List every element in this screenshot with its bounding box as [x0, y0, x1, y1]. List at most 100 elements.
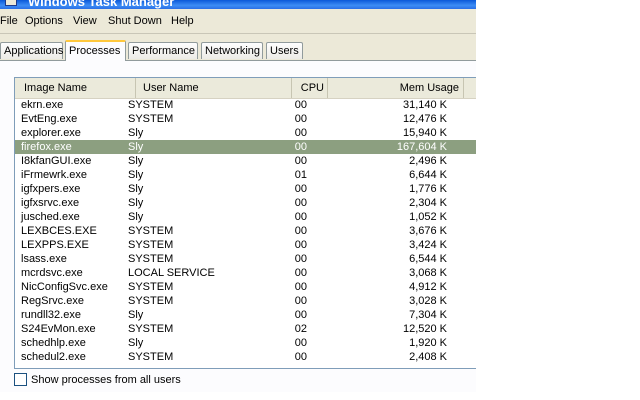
- cell-mem-usage: 3,676 K: [409, 225, 447, 237]
- cell-mem-usage: 3,068 K: [409, 267, 447, 279]
- menu-bar: File Options View Shut Down Help: [0, 11, 476, 34]
- menu-options[interactable]: Options: [25, 15, 63, 27]
- table-row[interactable]: explorer.exe Sly 00 15,940 K: [15, 126, 476, 140]
- cell-image-name: igfxsrvc.exe: [21, 197, 80, 209]
- cell-user-name: Sly: [128, 309, 144, 321]
- cell-user-name: Sly: [128, 211, 144, 223]
- cell-cpu: 02: [294, 323, 307, 335]
- cell-user-name: SYSTEM: [128, 239, 174, 251]
- cell-cpu: 00: [294, 197, 307, 209]
- cell-user-name: SYSTEM: [128, 295, 174, 307]
- cell-cpu: 00: [294, 281, 307, 293]
- cell-mem-usage: 7,304 K: [409, 309, 447, 321]
- show-all-processes-checkbox[interactable]: [14, 373, 27, 386]
- column-header-mem-usage[interactable]: Mem Usage: [328, 78, 464, 98]
- menu-view[interactable]: View: [73, 15, 97, 27]
- tab-processes[interactable]: Processes: [65, 40, 126, 61]
- cell-mem-usage: 2,304 K: [409, 197, 447, 209]
- table-row[interactable]: ekrn.exe SYSTEM 00 31,140 K: [15, 98, 476, 112]
- cell-user-name: LOCAL SERVICE: [128, 267, 215, 279]
- cell-mem-usage: 12,476 K: [402, 113, 447, 125]
- cell-mem-usage: 3,424 K: [409, 239, 447, 251]
- cell-user-name: SYSTEM: [128, 253, 174, 265]
- cell-image-name: RegSrvc.exe: [21, 295, 84, 307]
- table-row[interactable]: igfxpers.exe Sly 00 1,776 K: [15, 182, 476, 196]
- cell-mem-usage: 4,912 K: [409, 281, 447, 293]
- cell-mem-usage: 2,496 K: [409, 155, 447, 167]
- tab-networking[interactable]: Networking: [201, 42, 263, 59]
- window-title: Windows Task Manager: [28, 0, 175, 9]
- table-row[interactable]: iFrmewrk.exe Sly 01 6,644 K: [15, 168, 476, 182]
- table-row[interactable]: RegSrvc.exe SYSTEM 00 3,028 K: [15, 294, 476, 308]
- menu-file[interactable]: File: [0, 15, 18, 27]
- column-header-cpu[interactable]: CPU: [292, 78, 328, 98]
- cell-cpu: 00: [294, 99, 307, 111]
- cell-cpu: 00: [294, 351, 307, 363]
- table-row[interactable]: jusched.exe Sly 00 1,052 K: [15, 210, 476, 224]
- table-row[interactable]: EvtEng.exe SYSTEM 00 12,476 K: [15, 112, 476, 126]
- cell-image-name: schedhlp.exe: [21, 337, 86, 349]
- table-row[interactable]: firefox.exe Sly 00 167,604 K: [15, 140, 476, 154]
- table-row[interactable]: I8kfanGUI.exe Sly 00 2,496 K: [15, 154, 476, 168]
- table-row[interactable]: LEXBCES.EXE SYSTEM 00 3,676 K: [15, 224, 476, 238]
- cell-user-name: SYSTEM: [128, 113, 174, 125]
- cell-image-name: LEXPPS.EXE: [21, 239, 89, 251]
- cell-mem-usage: 6,544 K: [409, 253, 447, 265]
- cell-cpu: 00: [294, 225, 307, 237]
- column-header-image-name[interactable]: Image Name: [15, 78, 136, 98]
- cell-mem-usage: 1,776 K: [409, 183, 447, 195]
- cell-mem-usage: 167,604 K: [396, 141, 447, 153]
- tab-users[interactable]: Users: [266, 42, 303, 59]
- cell-user-name: Sly: [128, 197, 144, 209]
- cell-image-name: NicConfigSvc.exe: [21, 281, 108, 293]
- cell-image-name: LEXBCES.EXE: [21, 225, 97, 237]
- table-row[interactable]: rundll32.exe Sly 00 7,304 K: [15, 308, 476, 322]
- process-list-header: Image Name User Name CPU Mem Usage: [15, 78, 476, 99]
- tab-applications[interactable]: Applications: [0, 42, 63, 59]
- cell-image-name: jusched.exe: [21, 211, 80, 223]
- cell-cpu: 00: [294, 239, 307, 251]
- cell-image-name: iFrmewrk.exe: [21, 169, 88, 181]
- table-row[interactable]: NicConfigSvc.exe SYSTEM 00 4,912 K: [15, 280, 476, 294]
- table-row[interactable]: S24EvMon.exe SYSTEM 02 12,520 K: [15, 322, 476, 336]
- cell-user-name: SYSTEM: [128, 323, 174, 335]
- cell-mem-usage: 2,408 K: [409, 351, 447, 363]
- table-row[interactable]: mcrdsvc.exe LOCAL SERVICE 00 3,068 K: [15, 266, 476, 280]
- cell-mem-usage: 31,140 K: [402, 99, 447, 111]
- cell-mem-usage: 3,028 K: [409, 295, 447, 307]
- column-header-user-name[interactable]: User Name: [136, 78, 292, 98]
- cell-user-name: Sly: [128, 141, 144, 153]
- show-all-processes-label: Show processes from all users: [31, 374, 181, 386]
- title-bar[interactable]: Windows Task Manager: [0, 0, 476, 9]
- cell-cpu: 00: [294, 253, 307, 265]
- cell-cpu: 00: [294, 295, 307, 307]
- task-manager-window: Windows Task Manager File Options View S…: [0, 0, 476, 392]
- cell-image-name: mcrdsvc.exe: [21, 267, 83, 279]
- cell-user-name: SYSTEM: [128, 281, 174, 293]
- tab-performance[interactable]: Performance: [128, 42, 198, 59]
- process-list[interactable]: Image Name User Name CPU Mem Usage ekrn.…: [14, 77, 476, 369]
- cell-image-name: explorer.exe: [21, 127, 81, 139]
- table-row[interactable]: igfxsrvc.exe Sly 00 2,304 K: [15, 196, 476, 210]
- table-row[interactable]: schedhlp.exe Sly 00 1,920 K: [15, 336, 476, 350]
- cell-cpu: 00: [294, 309, 307, 321]
- tab-strip: Applications Processes Performance Netwo…: [0, 40, 476, 61]
- menu-shut-down[interactable]: Shut Down: [108, 15, 162, 27]
- table-row[interactable]: LEXPPS.EXE SYSTEM 00 3,424 K: [15, 238, 476, 252]
- cell-cpu: 00: [294, 267, 307, 279]
- cell-mem-usage: 1,920 K: [409, 337, 447, 349]
- cell-image-name: rundll32.exe: [21, 309, 81, 321]
- cell-image-name: schedul2.exe: [21, 351, 86, 363]
- cell-cpu: 01: [294, 169, 307, 181]
- cell-user-name: Sly: [128, 127, 144, 139]
- task-manager-icon: [5, 0, 17, 6]
- cell-user-name: SYSTEM: [128, 99, 174, 111]
- cell-user-name: Sly: [128, 183, 144, 195]
- cell-cpu: 00: [294, 337, 307, 349]
- table-row[interactable]: schedul2.exe SYSTEM 00 2,408 K: [15, 350, 476, 364]
- table-row[interactable]: lsass.exe SYSTEM 00 6,544 K: [15, 252, 476, 266]
- cell-cpu: 00: [294, 211, 307, 223]
- cell-user-name: Sly: [128, 155, 144, 167]
- cell-user-name: SYSTEM: [128, 351, 174, 363]
- menu-help[interactable]: Help: [171, 15, 194, 27]
